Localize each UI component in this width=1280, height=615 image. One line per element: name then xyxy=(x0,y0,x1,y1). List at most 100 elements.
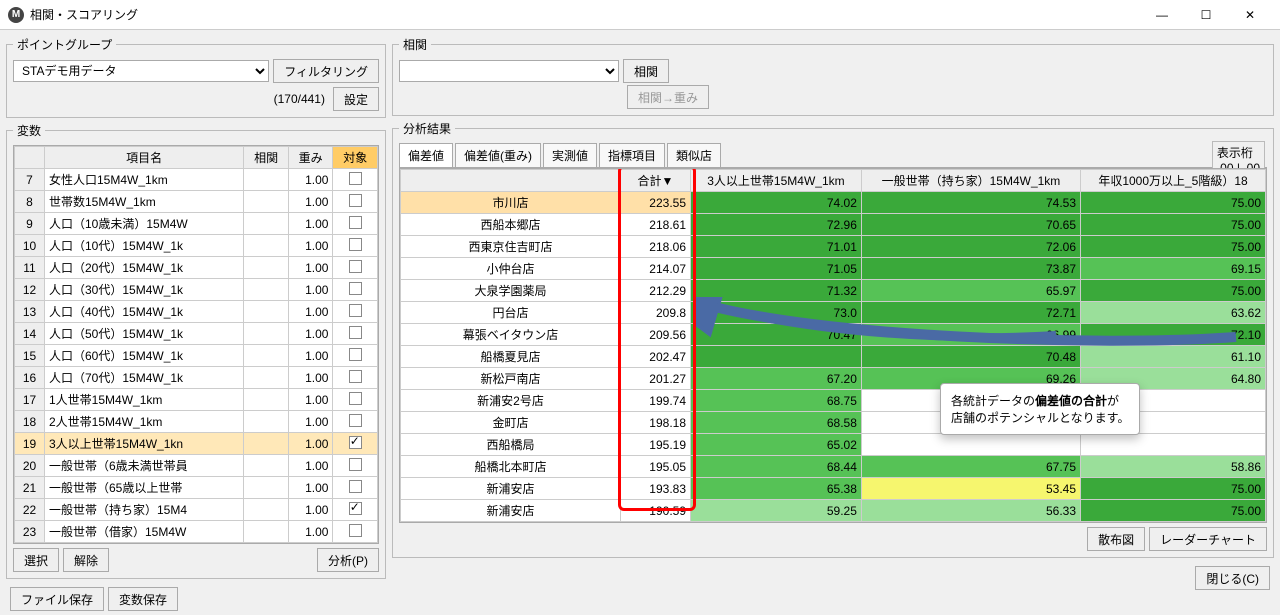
variable-row[interactable]: 20一般世帯（6歳未満世帯員1.00 xyxy=(15,455,378,477)
col-total[interactable]: 合計▼ xyxy=(621,170,691,192)
result-row[interactable]: 船橋夏見店202.4770.4861.10 xyxy=(401,346,1266,368)
maximize-button[interactable]: ☐ xyxy=(1184,1,1228,29)
var-target[interactable] xyxy=(333,455,378,477)
var-target[interactable] xyxy=(333,323,378,345)
result-row[interactable]: 大泉学園薬局212.2971.3265.9775.00 xyxy=(401,280,1266,302)
var-target[interactable] xyxy=(333,213,378,235)
result-row[interactable]: 幕張ベイタウン店209.5670.4766.9972.10 xyxy=(401,324,1266,346)
variable-row[interactable]: 21一般世帯（65歳以上世帯1.00 xyxy=(15,477,378,499)
variable-row[interactable]: 9人口（10歳未満）15M4W1.00 xyxy=(15,213,378,235)
target-checkbox[interactable] xyxy=(349,502,362,515)
minimize-button[interactable]: — xyxy=(1140,1,1184,29)
target-checkbox[interactable] xyxy=(349,524,362,537)
variable-row[interactable]: 193人以上世帯15M4W_1kn1.00 xyxy=(15,433,378,455)
var-weight: 1.00 xyxy=(288,257,333,279)
result-row[interactable]: 市川店223.5574.0274.5375.00 xyxy=(401,192,1266,214)
var-target[interactable] xyxy=(333,169,378,191)
var-target[interactable] xyxy=(333,477,378,499)
target-checkbox[interactable] xyxy=(349,326,362,339)
save-file-button[interactable]: ファイル保存 xyxy=(10,587,104,611)
close-window-button[interactable]: ✕ xyxy=(1228,1,1272,29)
variables-table-wrap[interactable]: 項目名 相関 重み 対象 7女性人口15M4W_1km1.008世帯数15M4W… xyxy=(13,145,379,544)
var-weight: 1.00 xyxy=(288,191,333,213)
variable-row[interactable]: 171人世帯15M4W_1km1.00 xyxy=(15,389,378,411)
result-row[interactable]: 西船橋局195.1965.02 xyxy=(401,434,1266,456)
variable-row[interactable]: 13人口（40代）15M4W_1k1.00 xyxy=(15,301,378,323)
target-checkbox[interactable] xyxy=(349,436,362,449)
filter-button[interactable]: フィルタリング xyxy=(273,59,379,83)
close-button[interactable]: 閉じる(C) xyxy=(1195,566,1270,590)
store-value: 69.15 xyxy=(1081,258,1266,280)
var-target[interactable] xyxy=(333,301,378,323)
point-counter: (170/441) xyxy=(13,92,329,106)
col-c3[interactable]: 年収1000万以上_5階級）18 xyxy=(1081,170,1266,192)
variable-row[interactable]: 16人口（70代）15M4W_1k1.00 xyxy=(15,367,378,389)
variable-row[interactable]: 182人世帯15M4W_1km1.00 xyxy=(15,411,378,433)
variable-row[interactable]: 10人口（10代）15M4W_1k1.00 xyxy=(15,235,378,257)
variable-row[interactable]: 11人口（20代）15M4W_1k1.00 xyxy=(15,257,378,279)
target-checkbox[interactable] xyxy=(349,370,362,383)
result-row[interactable]: 小仲台店214.0771.0573.8769.15 xyxy=(401,258,1266,280)
radar-button[interactable]: レーダーチャート xyxy=(1149,527,1267,551)
select-button[interactable]: 選択 xyxy=(13,548,59,572)
scatter-button[interactable]: 散布図 xyxy=(1087,527,1145,551)
col-weight[interactable]: 重み xyxy=(288,147,333,169)
deselect-button[interactable]: 解除 xyxy=(63,548,109,572)
save-vars-button[interactable]: 変数保存 xyxy=(108,587,178,611)
result-row[interactable]: 西船本郷店218.6172.9670.6575.00 xyxy=(401,214,1266,236)
variables-legend: 変数 xyxy=(13,122,45,139)
var-target[interactable] xyxy=(333,521,378,543)
target-checkbox[interactable] xyxy=(349,238,362,251)
col-corr[interactable]: 相関 xyxy=(244,147,289,169)
result-row[interactable]: 新浦安店193.8365.3853.4575.00 xyxy=(401,478,1266,500)
var-target[interactable] xyxy=(333,257,378,279)
correlation-select[interactable] xyxy=(399,60,619,82)
var-target[interactable] xyxy=(333,279,378,301)
variable-row[interactable]: 23一般世帯（借家）15M4W1.00 xyxy=(15,521,378,543)
target-checkbox[interactable] xyxy=(349,260,362,273)
var-target[interactable] xyxy=(333,411,378,433)
col-c2[interactable]: 一般世帯（持ち家）15M4W_1km xyxy=(861,170,1080,192)
correl-button[interactable]: 相関 xyxy=(623,59,669,83)
target-checkbox[interactable] xyxy=(349,282,362,295)
settings-button[interactable]: 設定 xyxy=(333,87,379,111)
var-target[interactable] xyxy=(333,191,378,213)
var-target[interactable] xyxy=(333,367,378,389)
target-checkbox[interactable] xyxy=(349,194,362,207)
result-row[interactable]: 西東京住吉町店218.0671.0172.0675.00 xyxy=(401,236,1266,258)
variable-row[interactable]: 8世帯数15M4W_1km1.00 xyxy=(15,191,378,213)
tab-similar[interactable]: 類似店 xyxy=(667,143,721,167)
target-checkbox[interactable] xyxy=(349,414,362,427)
tab-deviation-weight[interactable]: 偏差値(重み) xyxy=(455,143,541,167)
col-target[interactable]: 対象 xyxy=(333,147,378,169)
target-checkbox[interactable] xyxy=(349,172,362,185)
var-weight: 1.00 xyxy=(288,279,333,301)
target-checkbox[interactable] xyxy=(349,392,362,405)
target-checkbox[interactable] xyxy=(349,216,362,229)
variable-row[interactable]: 12人口（30代）15M4W_1k1.00 xyxy=(15,279,378,301)
target-checkbox[interactable] xyxy=(349,458,362,471)
var-target[interactable] xyxy=(333,433,378,455)
variable-row[interactable]: 22一般世帯（持ち家）15M41.00 xyxy=(15,499,378,521)
variable-row[interactable]: 14人口（50代）15M4W_1k1.00 xyxy=(15,323,378,345)
var-target[interactable] xyxy=(333,389,378,411)
tab-indicator[interactable]: 指標項目 xyxy=(599,143,665,167)
target-checkbox[interactable] xyxy=(349,304,362,317)
result-row[interactable]: 新浦安店190.5959.2556.3375.00 xyxy=(401,500,1266,522)
target-checkbox[interactable] xyxy=(349,348,362,361)
col-name[interactable]: 項目名 xyxy=(45,147,244,169)
results-table-wrap[interactable]: 合計▼ 3人以上世帯15M4W_1km 一般世帯（持ち家）15M4W_1km 年… xyxy=(399,168,1267,523)
result-row[interactable]: 船橋北本町店195.0568.4467.7558.86 xyxy=(401,456,1266,478)
variable-row[interactable]: 15人口（60代）15M4W_1k1.00 xyxy=(15,345,378,367)
variable-row[interactable]: 7女性人口15M4W_1km1.00 xyxy=(15,169,378,191)
analyze-button[interactable]: 分析(P) xyxy=(317,548,379,572)
tab-deviation[interactable]: 偏差値 xyxy=(399,143,453,167)
result-row[interactable]: 円台店209.873.072.7163.62 xyxy=(401,302,1266,324)
var-target[interactable] xyxy=(333,499,378,521)
dataset-select[interactable]: STAデモ用データ xyxy=(13,60,269,82)
var-target[interactable] xyxy=(333,235,378,257)
target-checkbox[interactable] xyxy=(349,480,362,493)
tab-actual[interactable]: 実測値 xyxy=(543,143,597,167)
col-c1[interactable]: 3人以上世帯15M4W_1km xyxy=(691,170,862,192)
var-target[interactable] xyxy=(333,345,378,367)
